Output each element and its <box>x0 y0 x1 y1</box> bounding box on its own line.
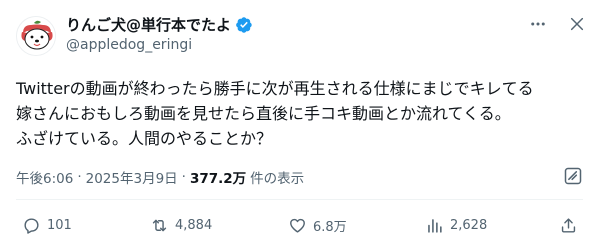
reply-button[interactable]: 101 <box>22 214 72 236</box>
reply-count: 101 <box>47 217 72 233</box>
like-button[interactable]: 6.8万 <box>288 214 347 236</box>
share-button[interactable] <box>559 214 578 236</box>
tweet-line: 嫁さんにおもしろ動画を見せたら直後に手コキ動画とか流れてくる。 <box>16 104 511 123</box>
views-count: 377.2万 <box>189 171 247 187</box>
apple-dog-avatar-icon <box>17 17 55 55</box>
bookmark-count: 2,628 <box>450 217 488 233</box>
like-count: 6.8万 <box>313 219 347 235</box>
retweet-icon <box>152 219 167 231</box>
tweet-text: Twitterの動画が終わったら勝手に次が再生される仕様にまじでキレてる 嫁さん… <box>16 76 586 151</box>
bookmark-button[interactable]: 2,628 <box>425 214 487 236</box>
retweet-button[interactable]: 4,884 <box>150 214 212 236</box>
meta-separator: · <box>181 169 186 185</box>
close-button[interactable] <box>567 14 587 34</box>
meta-separator: · <box>77 169 82 185</box>
views-label: 件の表示 <box>250 171 305 187</box>
share-icon <box>561 217 576 233</box>
tweet-time[interactable]: 午後6:06 <box>16 167 73 187</box>
retweet-count: 4,884 <box>175 217 213 233</box>
verified-badge-icon <box>236 16 252 33</box>
tweet-date[interactable]: 2025年3月9日 <box>86 167 178 187</box>
tweet-line: Twitterの動画が終わったら勝手に次が再生される仕様にまじでキレてる <box>16 79 534 98</box>
more-button[interactable] <box>528 14 548 34</box>
grok-icon <box>564 167 582 185</box>
display-name-text: りんご犬@単行本でたよ <box>66 16 232 34</box>
divider <box>16 199 583 200</box>
author-display-name[interactable]: りんご犬@単行本でたよ <box>66 14 253 35</box>
author-handle[interactable]: @appledog_eringi <box>66 37 192 53</box>
close-icon <box>570 17 584 31</box>
views-chart-icon <box>428 218 442 233</box>
avatar[interactable] <box>16 16 56 56</box>
heart-icon <box>290 218 305 233</box>
grok-button[interactable] <box>562 165 584 187</box>
more-horizontal-icon <box>531 22 545 26</box>
reply-icon <box>24 217 39 234</box>
tweet-line: ふざけている。人間のやることか？ <box>16 129 273 148</box>
tweet-meta: 午後6:06 · 2025年3月9日 · 377.2万 件の表示 <box>16 167 304 187</box>
